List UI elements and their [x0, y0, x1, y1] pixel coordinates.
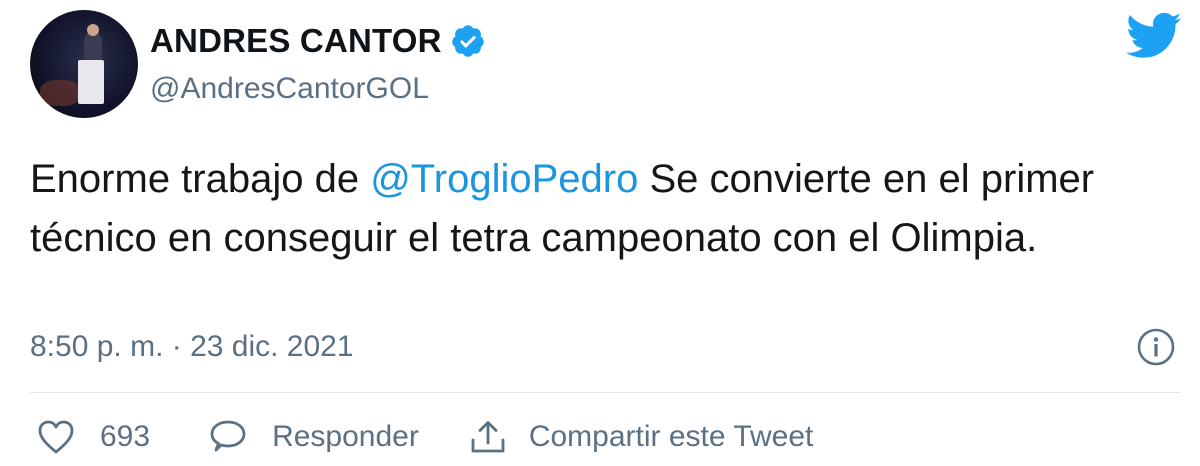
upload-icon — [471, 421, 505, 453]
like-count: 693 — [100, 420, 151, 453]
share-button[interactable]: Compartir este Tweet — [469, 418, 814, 456]
tweet-card: ANDRES CANTOR @AndresCantorGOL Enorme tr… — [0, 0, 1200, 466]
share-label: Compartir este Tweet — [528, 420, 814, 453]
avatar-glow — [40, 80, 80, 106]
mention-link[interactable]: @TroglioPedro — [370, 157, 638, 201]
reply-label: Responder — [272, 420, 419, 453]
verified-badge-icon — [451, 25, 484, 57]
avatar-head — [87, 24, 99, 36]
user-handle[interactable]: @AndresCantorGOL — [150, 72, 429, 106]
tweet-timestamp[interactable]: 8:50 p. m. · 23 dic. 2021 — [30, 330, 354, 364]
info-icon[interactable] — [1136, 327, 1176, 367]
tweet-text: Enorme trabajo de @TroglioPedro Se convi… — [30, 150, 1160, 268]
twitter-bird-icon[interactable] — [1126, 12, 1182, 60]
action-bar: 693 Responder Compartir este Tweet — [36, 418, 813, 456]
avatar[interactable] — [30, 10, 138, 118]
display-name[interactable]: ANDRES CANTOR — [150, 22, 442, 60]
name-row: ANDRES CANTOR — [150, 22, 486, 60]
speech-bubble-icon — [210, 420, 246, 452]
avatar-person — [84, 32, 102, 62]
divider — [30, 392, 1180, 393]
reply-button[interactable]: Responder — [208, 418, 419, 456]
avatar-podium — [78, 60, 104, 104]
tweet-text-before: Enorme trabajo de — [30, 157, 371, 201]
heart-icon — [38, 420, 74, 454]
like-button[interactable]: 693 — [36, 418, 150, 456]
